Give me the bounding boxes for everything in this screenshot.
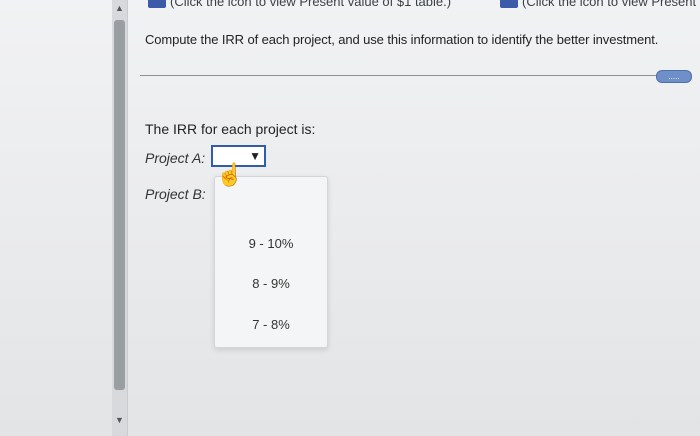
table-icon[interactable] xyxy=(500,0,518,8)
project-b-label: Project B: xyxy=(145,186,206,202)
scrollbar-thumb[interactable] xyxy=(114,20,125,390)
more-button[interactable]: ..... xyxy=(656,70,692,83)
scroll-down-icon[interactable]: ▼ xyxy=(114,415,125,425)
scroll-up-icon[interactable]: ▲ xyxy=(114,3,125,13)
dropdown-option[interactable]: 9 - 10% xyxy=(215,236,327,251)
divider xyxy=(140,75,660,76)
chevron-down-icon: ▼ xyxy=(249,149,261,163)
question-prompt: Compute the IRR of each project, and use… xyxy=(145,32,659,47)
present-value-annuity-link[interactable]: (Click the icon to view Present xyxy=(522,0,696,10)
left-scrollbar[interactable]: ▲ ▼ xyxy=(112,0,128,436)
dropdown-menu: 9 - 10% 8 - 9% 7 - 8% xyxy=(214,176,328,348)
table-icon[interactable] xyxy=(148,0,166,8)
present-value-table-link[interactable]: (Click the icon to view Present value of… xyxy=(170,0,451,10)
page: ▲ ▼ (Click the icon to view Present valu… xyxy=(0,0,700,436)
top-link-bar: (Click the icon to view Present value of… xyxy=(140,0,700,12)
hand-cursor-icon: ☝ xyxy=(216,162,244,187)
irr-heading: The IRR for each project is: xyxy=(145,121,316,137)
project-a-label: Project A: xyxy=(145,150,206,166)
dropdown-option[interactable]: 8 - 9% xyxy=(215,276,327,291)
dropdown-option[interactable]: 7 - 8% xyxy=(215,317,327,332)
